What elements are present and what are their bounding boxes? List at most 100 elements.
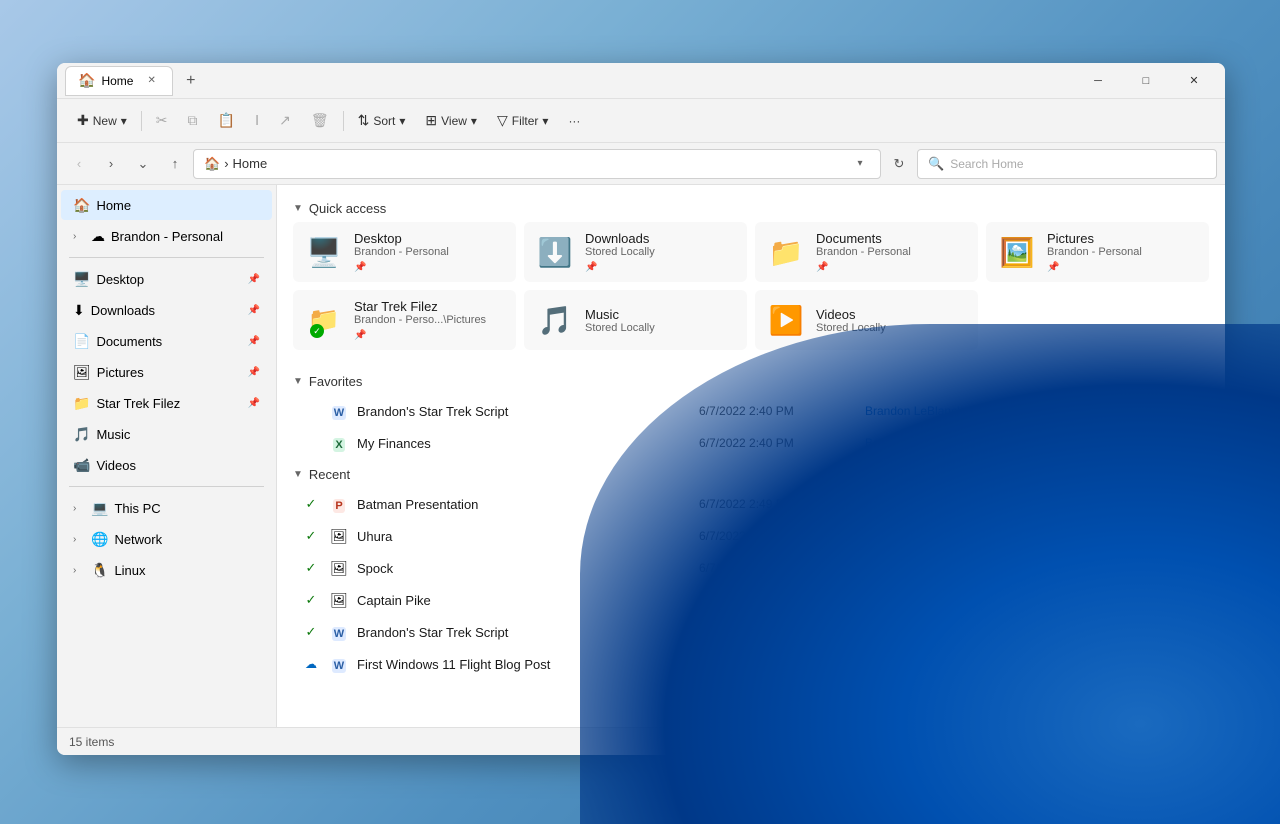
sidebar-item-documents[interactable]: 📄 Documents 📌 — [61, 326, 272, 356]
desktop-folder-info: Desktop Brandon - Personal 📌 — [354, 231, 505, 273]
downloads-folder-info: Downloads Stored Locally 📌 — [585, 231, 736, 273]
recent-row-1[interactable]: ✓ 🖼 Uhura 6/7/2022 2:45 PM Brandon - Per… — [293, 520, 1209, 552]
fav0-type: W — [327, 403, 351, 419]
sidebar-startrek-label: Star Trek Filez — [96, 396, 241, 411]
main-panel: ▼ Quick access 🖥️ Desktop Brandon - Pers… — [277, 185, 1225, 727]
folder-card-pictures[interactable]: 🖼️ Pictures Brandon - Personal 📌 — [986, 222, 1209, 282]
downloads-folder-pin: 📌 — [585, 262, 736, 273]
content-area: 🏠 Home › ☁ Brandon - Personal 🖥️ Desktop… — [57, 185, 1225, 727]
pin-icon-documents: 📌 — [248, 336, 260, 347]
fav0-date: 6/7/2022 2:40 PM — [699, 404, 859, 418]
recent-button[interactable]: ⌄ — [129, 150, 157, 178]
downloads-folder-sub: Stored Locally — [585, 246, 736, 258]
music-folder-name: Music — [585, 307, 736, 322]
search-box[interactable]: 🔍 Search Home — [917, 149, 1217, 179]
rename-button[interactable]: Ⅰ — [247, 105, 267, 137]
sidebar-item-linux[interactable]: › 🐧 Linux — [61, 555, 272, 585]
sidebar-item-brandon[interactable]: › ☁ Brandon - Personal — [61, 221, 272, 251]
sidebar-item-home[interactable]: 🏠 Home — [61, 190, 272, 220]
new-button[interactable]: ✚ New ▾ — [69, 105, 135, 137]
cut-button[interactable]: ✂ — [148, 105, 176, 137]
sidebar-item-videos[interactable]: 📹 Videos — [61, 450, 272, 480]
sidebar-item-thispc[interactable]: › 💻 This PC — [61, 493, 272, 523]
recent-label: Recent — [309, 467, 350, 482]
copy-button[interactable]: ⧉ — [180, 105, 206, 137]
paste-button[interactable]: 📋 — [210, 105, 243, 137]
quick-access-header[interactable]: ▼ Quick access — [293, 193, 1209, 222]
videos-folder-name: Videos — [816, 307, 967, 322]
fav0-location: Brandon LeBlanc's OneDrive — [865, 404, 1201, 418]
close-button[interactable]: ✕ — [1171, 65, 1217, 97]
folder-card-documents[interactable]: 📁 Documents Brandon - Personal 📌 — [755, 222, 978, 282]
up-button[interactable]: ↑ — [161, 150, 189, 178]
filter-dropdown-icon: ▾ — [542, 114, 548, 128]
cloud-icon: ☁ — [91, 228, 105, 245]
share-button[interactable]: ↗ — [271, 105, 299, 137]
desktop-folder-pin: 📌 — [354, 262, 505, 273]
sidebar-item-downloads[interactable]: ⬇ Downloads 📌 — [61, 295, 272, 325]
tab-close-button[interactable]: ✕ — [143, 73, 159, 88]
folder-card-startrek[interactable]: 📁 ✓ Star Trek Filez Brandon - Perso...\P… — [293, 290, 516, 350]
favorite-row-0[interactable]: W Brandon's Star Trek Script 6/7/2022 2:… — [293, 395, 1209, 427]
sidebar-item-desktop[interactable]: 🖥️ Desktop 📌 — [61, 264, 272, 294]
recent-list: ✓ P Batman Presentation 6/7/2022 2:49 PM… — [293, 488, 1209, 680]
sidebar-item-pictures[interactable]: 🖼 Pictures 📌 — [61, 357, 272, 387]
sidebar: 🏠 Home › ☁ Brandon - Personal 🖥️ Desktop… — [57, 185, 277, 727]
pin-icon-pictures: 📌 — [248, 367, 260, 378]
more-button[interactable]: ··· — [560, 105, 588, 137]
thispc-expand-icon: › — [73, 503, 85, 514]
rename-icon: Ⅰ — [255, 112, 259, 129]
new-tab-button[interactable]: + — [177, 67, 205, 95]
network-icon: 🌐 — [91, 531, 108, 548]
sidebar-linux-label: Linux — [114, 563, 260, 578]
filter-button[interactable]: ▽ Filter ▾ — [489, 105, 556, 137]
grid-view-button[interactable]: ⊞ — [1189, 730, 1213, 754]
delete-button[interactable]: 🗑 — [303, 105, 337, 137]
word-icon-r4: W — [332, 627, 346, 641]
sidebar-divider-2 — [69, 486, 264, 487]
linux-expand-icon: › — [73, 565, 85, 576]
recent-row-3[interactable]: ✓ 🖼 Captain Pike 6/7/2022 2:44 PM Brando… — [293, 584, 1209, 616]
recent-row-0[interactable]: ✓ P Batman Presentation 6/7/2022 2:49 PM… — [293, 488, 1209, 520]
recent-chevron: ▼ — [293, 469, 303, 480]
sidebar-item-music[interactable]: 🎵 Music — [61, 419, 272, 449]
list-view-button[interactable]: ☰ — [1161, 730, 1185, 754]
new-dropdown-icon: ▾ — [121, 114, 127, 128]
back-button[interactable]: ‹ — [65, 150, 93, 178]
window-controls: ─ □ ✕ — [1075, 65, 1217, 97]
tab-home[interactable]: 🏠 Home ✕ — [65, 66, 173, 96]
recent-header[interactable]: ▼ Recent — [293, 459, 1209, 488]
ppt-icon-r0: P — [333, 499, 344, 513]
home-icon: 🏠 — [73, 197, 90, 214]
folder-card-music[interactable]: 🎵 Music Stored Locally — [524, 290, 747, 350]
view-button[interactable]: ⊞ View ▾ — [417, 105, 485, 137]
recent-row-2[interactable]: ✓ 🖼 Spock 6/7/2022 2:44 PM Brandon - Per… — [293, 552, 1209, 584]
desktop-folder-icon: 🖥️ — [304, 232, 344, 272]
folder-card-desktop[interactable]: 🖥️ Desktop Brandon - Personal 📌 — [293, 222, 516, 282]
recent-row-5[interactable]: ☁ W First Windows 11 Flight Blog Post 6/… — [293, 648, 1209, 680]
startrek-folder-info: Star Trek Filez Brandon - Perso...\Pictu… — [354, 299, 505, 341]
refresh-button[interactable]: ↻ — [885, 150, 913, 178]
favorites-list: W Brandon's Star Trek Script 6/7/2022 2:… — [293, 395, 1209, 459]
new-icon: ✚ — [77, 112, 89, 129]
sidebar-item-startrek[interactable]: 📁 Star Trek Filez 📌 — [61, 388, 272, 418]
favorites-header[interactable]: ▼ Favorites — [293, 366, 1209, 395]
recent4-status: ✓ — [301, 624, 321, 640]
cut-icon: ✂ — [156, 112, 168, 129]
folder-card-videos[interactable]: ▶️ Videos Stored Locally — [755, 290, 978, 350]
pictures-folder-icon: 🖼️ — [997, 232, 1037, 272]
recent5-date: 6/24/2021 8:17 PM — [699, 657, 859, 671]
sort-button[interactable]: ⇅ Sort ▾ — [350, 105, 414, 137]
recent3-location: Brandon - Personal\Pictures\Star Trek Fi… — [865, 593, 1201, 607]
folder-card-downloads[interactable]: ⬇️ Downloads Stored Locally 📌 — [524, 222, 747, 282]
sidebar-item-network[interactable]: › 🌐 Network — [61, 524, 272, 554]
maximize-button[interactable]: □ — [1123, 65, 1169, 97]
favorite-row-1[interactable]: X My Finances 6/7/2022 2:40 PM Brandon L… — [293, 427, 1209, 459]
recent3-type: 🖼 — [327, 592, 351, 609]
forward-button[interactable]: › — [97, 150, 125, 178]
minimize-button[interactable]: ─ — [1075, 65, 1121, 97]
copy-icon: ⧉ — [188, 112, 198, 129]
address-input[interactable]: 🏠 › Home ▾ — [193, 149, 881, 179]
pictures-icon: 🖼 — [73, 364, 91, 381]
recent-row-4[interactable]: ✓ W Brandon's Star Trek Script 4/5/2022 … — [293, 616, 1209, 648]
